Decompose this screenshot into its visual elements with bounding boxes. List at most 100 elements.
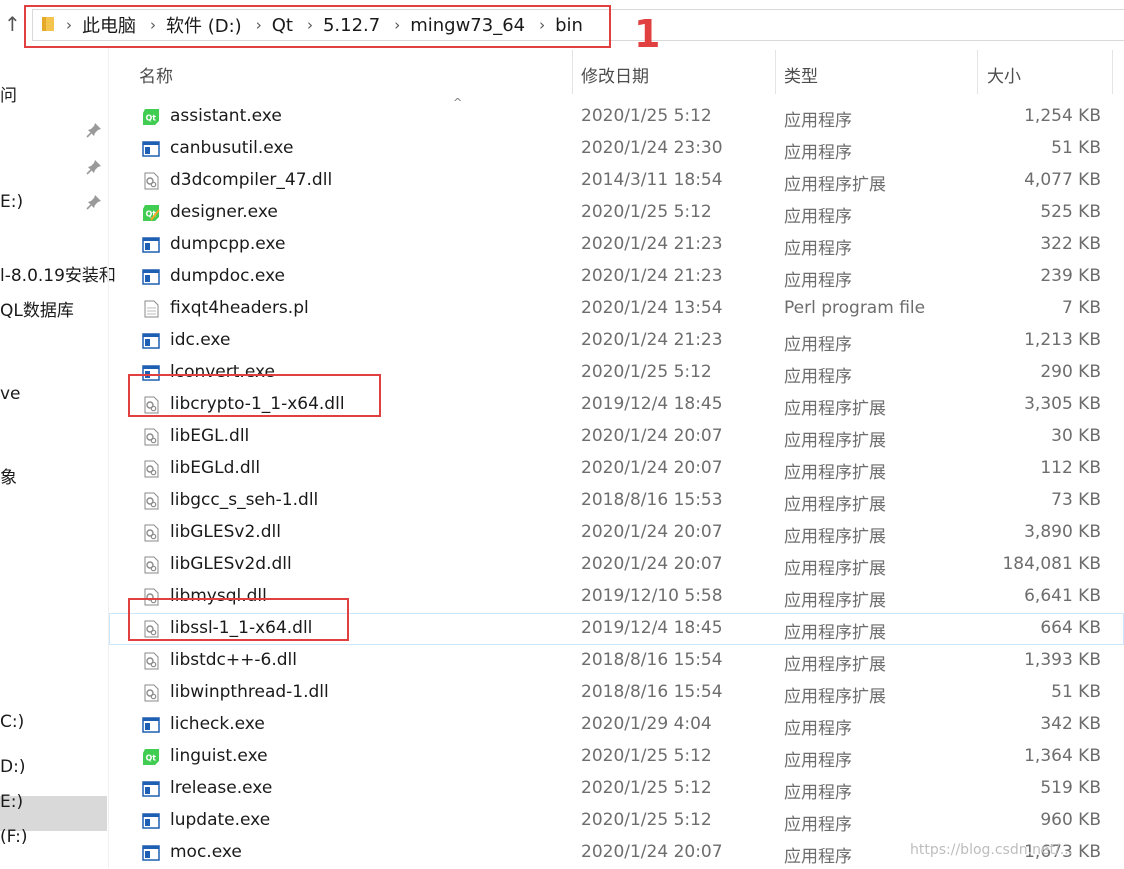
- file-type: 应用程序: [784, 847, 852, 867]
- dll-icon: [144, 588, 159, 606]
- chevron-right-icon[interactable]: ›: [307, 16, 313, 34]
- qt-icon: Qt: [143, 749, 159, 765]
- breadcrumb-item[interactable]: 5.12.7: [323, 15, 380, 36]
- sidebar-item-label[interactable]: 象: [0, 468, 17, 488]
- navigation-pane: 问 E:) l-8.0.19安装和 QL数据库 ve 象 C:) D:) E:) (F:): [0, 48, 116, 868]
- file-name: idc.exe: [170, 330, 231, 350]
- exe-icon: [142, 269, 160, 285]
- file-size: 1,364 KB: [1024, 746, 1101, 766]
- file-row[interactable]: libwinpthread-1.dll 2018/8/16 15:54 应用程序扩展…: [109, 677, 1124, 709]
- file-row[interactable]: libGLESv2d.dll 2020/1/24 20:07 应用程序扩展 184,0…: [109, 549, 1124, 581]
- file-row[interactable]: lupdate.exe 2020/1/25 5:12 应用程序 960 KB: [109, 805, 1124, 837]
- file-size: 239 KB: [1040, 266, 1101, 286]
- file-type: 应用程序: [784, 719, 852, 739]
- exe-icon: [142, 141, 160, 157]
- breadcrumb-item[interactable]: Qt: [272, 15, 293, 36]
- breadcrumb-item[interactable]: 软件 (D:): [166, 12, 242, 38]
- file-name: canbusutil.exe: [170, 138, 294, 158]
- chevron-right-icon[interactable]: ›: [66, 16, 72, 34]
- file-type: 应用程序: [784, 111, 852, 131]
- file-row[interactable]: Qt assistant.exe 2020/1/25 5:12 应用程序 1,254 K…: [109, 101, 1124, 133]
- file-row[interactable]: libEGLd.dll 2020/1/24 20:07 应用程序扩展 112 KB: [109, 453, 1124, 485]
- sidebar-item-label[interactable]: l-8.0.19安装和: [0, 266, 116, 286]
- sidebar-item-label[interactable]: E:): [0, 792, 23, 812]
- dll-icon: [144, 556, 159, 574]
- file-size: 3,890 KB: [1024, 522, 1101, 542]
- column-header-date[interactable]: 修改日期: [581, 62, 649, 87]
- file-modified-date: 2018/8/16 15:53: [581, 490, 723, 510]
- file-row[interactable]: Qt linguist.exe 2020/1/25 5:12 应用程序 1,364 KB: [109, 741, 1124, 773]
- breadcrumb-item[interactable]: mingw73_64: [410, 15, 525, 36]
- column-header-size[interactable]: 大小: [987, 62, 1021, 87]
- sidebar-item-label[interactable]: C:): [0, 712, 24, 732]
- file-modified-date: 2019/12/4 18:45: [581, 394, 723, 414]
- column-divider[interactable]: [775, 50, 776, 94]
- breadcrumb-item[interactable]: bin: [555, 15, 583, 36]
- file-modified-date: 2020/1/24 21:23: [581, 266, 723, 286]
- chevron-right-icon[interactable]: ›: [256, 16, 262, 34]
- file-row[interactable]: libGLESv2.dll 2020/1/24 20:07 应用程序扩展 3,890 …: [109, 517, 1124, 549]
- chevron-right-icon[interactable]: ›: [394, 16, 400, 34]
- file-row[interactable]: licheck.exe 2020/1/29 4:04 应用程序 342 KB: [109, 709, 1124, 741]
- file-row[interactable]: libssl-1_1-x64.dll 2019/12/4 18:45 应用程序扩展 6…: [109, 613, 1124, 645]
- breadcrumb-item[interactable]: 此电脑: [82, 12, 136, 38]
- file-row[interactable]: d3dcompiler_47.dll 2014/3/11 18:54 应用程序扩展 4…: [109, 165, 1124, 197]
- chevron-right-icon[interactable]: ›: [539, 16, 545, 34]
- file-modified-date: 2019/12/4 18:45: [581, 618, 723, 638]
- file-type: 应用程序扩展: [784, 175, 886, 195]
- file-row[interactable]: libcrypto-1_1-x64.dll 2019/12/4 18:45 应用程序…: [109, 389, 1124, 421]
- file-modified-date: 2020/1/24 20:07: [581, 522, 723, 542]
- file-type: 应用程序: [784, 367, 852, 387]
- qt-icon: Qt: [143, 109, 159, 125]
- file-row[interactable]: idc.exe 2020/1/24 21:23 应用程序 1,213 KB: [109, 325, 1124, 357]
- file-row[interactable]: libgcc_s_seh-1.dll 2018/8/16 15:53 应用程序扩展 7…: [109, 485, 1124, 517]
- file-row[interactable]: lconvert.exe 2020/1/25 5:12 应用程序 290 KB: [109, 357, 1124, 389]
- exe-icon: [142, 781, 160, 797]
- file-row[interactable]: libstdc++-6.dll 2018/8/16 15:54 应用程序扩展 1,39…: [109, 645, 1124, 677]
- column-divider[interactable]: [977, 50, 978, 94]
- file-row[interactable]: dumpcpp.exe 2020/1/24 21:23 应用程序 322 KB: [109, 229, 1124, 261]
- file-type: 应用程序扩展: [784, 559, 886, 579]
- file-row[interactable]: libmysql.dll 2019/12/10 5:58 应用程序扩展 6,641 K…: [109, 581, 1124, 613]
- file-row[interactable]: Qt designer.exe 2020/1/25 5:12 应用程序 525 KB: [109, 197, 1124, 229]
- file-modified-date: 2020/1/24 13:54: [581, 298, 723, 318]
- sidebar-item-label[interactable]: D:): [0, 757, 25, 777]
- file-modified-date: 2020/1/25 5:12: [581, 362, 712, 382]
- column-divider[interactable]: [572, 50, 573, 94]
- file-modified-date: 2020/1/24 20:07: [581, 426, 723, 446]
- sidebar-item-label[interactable]: QL数据库: [0, 301, 74, 321]
- column-divider[interactable]: [1112, 50, 1113, 94]
- pin-icon[interactable]: [86, 122, 102, 138]
- file-type: 应用程序扩展: [784, 399, 886, 419]
- exe-icon: [142, 237, 160, 253]
- column-header-name[interactable]: 名称: [139, 62, 173, 87]
- sidebar-item-label[interactable]: E:): [0, 192, 23, 212]
- file-name: dumpcpp.exe: [170, 234, 286, 254]
- file-size: 342 KB: [1040, 714, 1101, 734]
- up-arrow-icon[interactable]: ↑: [4, 13, 21, 35]
- file-modified-date: 2020/1/24 21:23: [581, 234, 723, 254]
- sidebar-item-label[interactable]: ve: [0, 384, 21, 404]
- file-row[interactable]: fixqt4headers.pl 2020/1/24 13:54 Perl prog…: [109, 293, 1124, 325]
- exe-icon: [142, 365, 160, 381]
- file-row[interactable]: dumpdoc.exe 2020/1/24 21:23 应用程序 239 KB: [109, 261, 1124, 293]
- file-size: 51 KB: [1051, 138, 1101, 158]
- sidebar-item-label[interactable]: (F:): [0, 827, 27, 847]
- file-name: moc.exe: [170, 842, 242, 862]
- dll-icon: [144, 620, 159, 638]
- pin-icon[interactable]: [86, 159, 102, 175]
- file-row[interactable]: libEGL.dll 2020/1/24 20:07 应用程序扩展 30 KB: [109, 421, 1124, 453]
- file-name: libmysql.dll: [170, 586, 267, 606]
- file-modified-date: 2020/1/25 5:12: [581, 778, 712, 798]
- file-modified-date: 2019/12/10 5:58: [581, 586, 723, 606]
- file-size: 322 KB: [1040, 234, 1101, 254]
- file-size: 1,393 KB: [1024, 650, 1101, 670]
- column-header-type[interactable]: 类型: [784, 62, 818, 87]
- file-row[interactable]: lrelease.exe 2020/1/25 5:12 应用程序 519 KB: [109, 773, 1124, 805]
- file-name: licheck.exe: [170, 714, 265, 734]
- pin-icon[interactable]: [86, 194, 102, 210]
- file-row[interactable]: canbusutil.exe 2020/1/24 23:30 应用程序 51 KB: [109, 133, 1124, 165]
- sidebar-item-label[interactable]: 问: [0, 86, 17, 106]
- chevron-right-icon[interactable]: ›: [150, 16, 156, 34]
- file-modified-date: 2020/1/24 20:07: [581, 842, 723, 862]
